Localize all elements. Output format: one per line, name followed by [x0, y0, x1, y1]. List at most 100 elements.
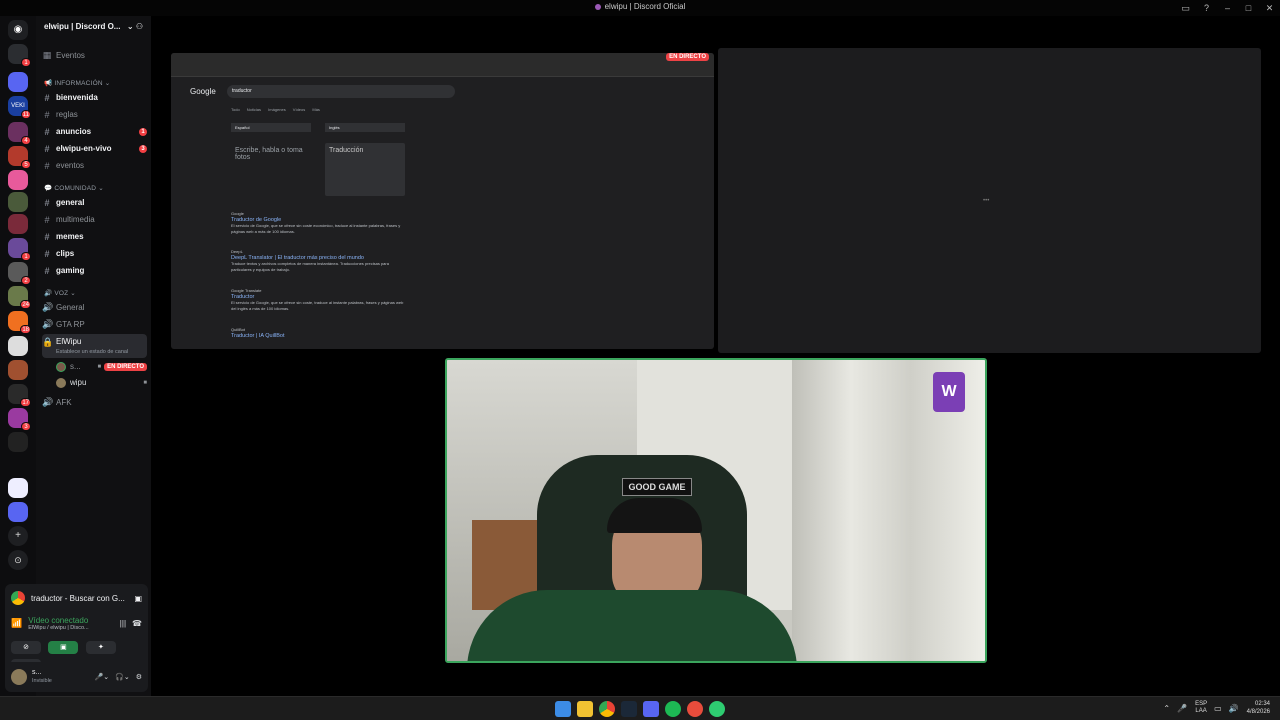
server-icon-7[interactable]	[8, 214, 28, 234]
windows-start-icon[interactable]	[555, 701, 571, 717]
noise-suppression-icon[interactable]: |||	[120, 619, 126, 628]
hash-icon: #	[44, 214, 50, 225]
channel-gaming[interactable]: # gaming	[42, 263, 147, 278]
discord-home-icon[interactable]: ◉	[8, 20, 28, 40]
voice-member-2[interactable]: wipu ■	[56, 375, 147, 390]
inbox-icon[interactable]: ▭	[1175, 0, 1196, 16]
server-icon-16[interactable]	[8, 432, 28, 452]
avatar[interactable]	[11, 669, 27, 685]
server-icon-1[interactable]	[8, 72, 28, 92]
chrome-alt-icon[interactable]	[709, 701, 725, 717]
settings-gear-icon[interactable]: ⚙	[136, 673, 142, 681]
channel-label: eventos	[56, 161, 85, 170]
mention-badge: 3	[139, 144, 147, 153]
channel-multimedia[interactable]: # multimedia	[42, 212, 147, 227]
server-icon	[594, 3, 601, 10]
channel-label: reglas	[56, 110, 78, 119]
activities-button[interactable]: ✦	[85, 641, 116, 654]
server-icon-12[interactable]	[8, 336, 28, 356]
maximize-button[interactable]: □	[1238, 0, 1259, 16]
google-logo: Google	[190, 87, 216, 96]
cup-overlay-icon: W	[933, 372, 965, 412]
chair-logo: GOOD GAME	[622, 478, 692, 496]
chrome-icon[interactable]	[599, 701, 615, 717]
disconnect-icon[interactable]: ☎	[132, 619, 142, 628]
server-icon-18[interactable]	[8, 502, 28, 522]
microphone-icon[interactable]: 🎤⌄	[95, 673, 110, 681]
category-community[interactable]: 💬 COMUNIDAD ⌄	[44, 184, 104, 192]
target-language: Inglés	[325, 123, 405, 132]
server-icon-4[interactable]: 5	[8, 146, 31, 169]
server-icon-11[interactable]: 18	[8, 311, 31, 334]
events-link[interactable]: ▦ Eventos	[42, 48, 147, 63]
channel-label: anuncios	[56, 127, 92, 136]
server-icon-5[interactable]	[8, 170, 28, 190]
microphone-icon[interactable]: 🎤	[1177, 704, 1187, 713]
help-icon[interactable]: ?	[1196, 0, 1217, 16]
voice-stage: EN DIRECTO Google traductor Todo Noticia…	[151, 16, 1280, 696]
discover-icon[interactable]: ⊙	[8, 550, 28, 570]
hash-icon: #	[44, 197, 50, 208]
category-voice[interactable]: 🔊 VOZ ⌄	[44, 289, 76, 297]
hash-icon: #	[44, 92, 50, 103]
camera-off-button[interactable]: ⊘	[11, 641, 41, 654]
category-info[interactable]: 📢 INFORMACIÓN ⌄	[44, 79, 110, 87]
channel-label: gaming	[56, 266, 85, 275]
loading-tile[interactable]: •••	[718, 48, 1261, 353]
translation-output: Traducción	[325, 143, 405, 196]
channel-label: clips	[56, 249, 75, 258]
voice-channel-elwipu[interactable]: 🔒 ElWipu Establece un estado de canal	[42, 334, 147, 358]
live-badge: EN DIRECTO	[666, 53, 709, 61]
stop-stream-icon[interactable]: ▣	[134, 594, 142, 603]
voice-channel-afk[interactable]: 🔊 AFK	[42, 395, 147, 410]
live-badge: EN DIRECTO	[104, 362, 147, 371]
spotify-icon[interactable]	[665, 701, 681, 717]
discord-icon[interactable]	[643, 701, 659, 717]
search-result: QuillBot Traductor | IA QuillBot	[231, 327, 285, 339]
server-icon-6[interactable]	[8, 192, 28, 212]
server-icon-10[interactable]: 24	[8, 286, 31, 309]
server-icon-8[interactable]: 1	[8, 238, 31, 261]
server-icon-2[interactable]: VEKI 11	[8, 96, 31, 119]
language-indicator[interactable]: ESP LAA	[1195, 701, 1207, 715]
channel-elwipu-en-vivo[interactable]: # elwipu-en-vivo 3	[42, 141, 147, 156]
voice-channel-gta-rp[interactable]: 🔊 GTA RP	[42, 317, 147, 332]
steam-icon[interactable]	[621, 701, 637, 717]
channel-anuncios[interactable]: # anuncios 1	[42, 124, 147, 139]
server-icon-9[interactable]: 2	[8, 262, 31, 285]
add-server-icon[interactable]: +	[8, 526, 28, 546]
server-icon-17[interactable]	[8, 478, 28, 498]
network-icon[interactable]: ▭	[1214, 704, 1222, 713]
guild-header[interactable]: elwipu | Discord O... ⌄ ⚇	[36, 16, 151, 40]
window-title: elwipu | Discord Oficial	[0, 2, 1280, 11]
headphones-icon[interactable]: 🎧⌄	[115, 673, 130, 681]
channel-eventos[interactable]: # eventos	[42, 158, 147, 173]
hash-icon: #	[44, 248, 50, 259]
channel-bienvenida[interactable]: # bienvenida	[42, 90, 147, 105]
search-result: DeepL DeepL Translator | El traductor má…	[231, 249, 389, 272]
voice-member-1[interactable]: s... ■ EN DIRECTO	[56, 359, 147, 374]
close-button[interactable]: ✕	[1259, 0, 1280, 16]
file-explorer-icon[interactable]	[577, 701, 593, 717]
channel-label: elwipu-en-vivo	[56, 144, 112, 153]
minimize-button[interactable]: –	[1217, 0, 1238, 16]
channel-clips[interactable]: # clips	[42, 246, 147, 261]
channel-memes[interactable]: # memes	[42, 229, 147, 244]
channel-general[interactable]: # general	[42, 195, 147, 210]
channel-reglas[interactable]: # reglas	[42, 107, 147, 122]
server-icon-14[interactable]: 17	[8, 384, 31, 407]
voice-channel-general[interactable]: 🔊 General	[42, 300, 147, 315]
screen-share-button[interactable]: ▣	[48, 641, 79, 654]
chevron-up-icon[interactable]: ⌃	[1163, 704, 1170, 713]
hash-icon: #	[44, 109, 50, 120]
clock[interactable]: 02:34 4/8/2026	[1247, 700, 1270, 716]
app-icon[interactable]	[687, 701, 703, 717]
screen-share-tile[interactable]: EN DIRECTO Google traductor Todo Noticia…	[171, 53, 714, 349]
cap	[607, 498, 702, 533]
server-icon-15[interactable]: 3	[8, 408, 31, 431]
camera-tile[interactable]: GOOD GAME W	[445, 358, 987, 663]
server-icon-3[interactable]: 4	[8, 122, 31, 145]
server-icon-13[interactable]	[8, 360, 28, 380]
messages-icon[interactable]: 1	[8, 44, 31, 67]
volume-icon[interactable]: 🔊	[1229, 704, 1239, 713]
